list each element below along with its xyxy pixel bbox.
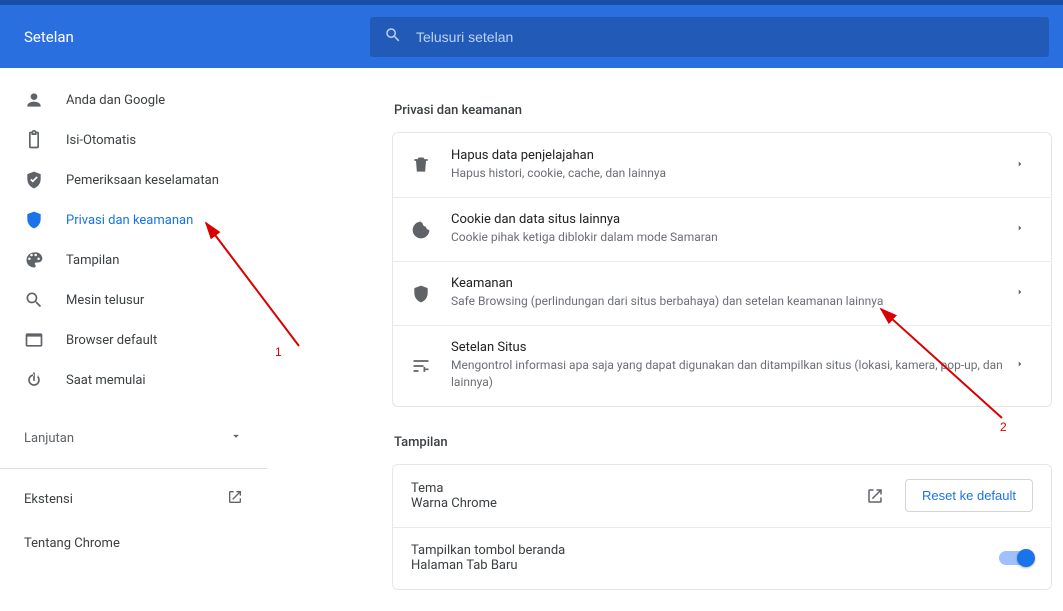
sidebar-item-search-engine[interactable]: Mesin telusur <box>0 280 267 320</box>
sidebar-item-default-browser[interactable]: Browser default <box>0 320 267 360</box>
chevron-down-icon <box>229 429 243 447</box>
open-in-new-icon <box>227 489 243 509</box>
palette-icon <box>24 250 44 270</box>
row-body: Setelan Situs Mengontrol informasi apa s… <box>451 340 1005 392</box>
sidebar-item-label: Tampilan <box>66 253 119 268</box>
privacy-card: Hapus data penjelajahan Hapus histori, c… <box>392 132 1052 407</box>
row-desc: Warna Chrome <box>411 496 861 511</box>
sidebar-item-label: Mesin telusur <box>66 293 144 308</box>
sidebar-item-on-startup[interactable]: Saat memulai <box>0 360 267 400</box>
row-title: Hapus data penjelajahan <box>451 148 1005 163</box>
page-title: Setelan <box>0 28 370 46</box>
shield-check-icon <box>24 170 44 190</box>
appearance-card: Tema Warna Chrome Reset ke default Tampi… <box>392 464 1052 590</box>
sliders-icon <box>411 356 431 376</box>
shield-icon <box>24 210 44 230</box>
sidebar-item-label: Privasi dan keamanan <box>66 213 193 228</box>
row-body: Tampilkan tombol beranda Halaman Tab Bar… <box>411 543 999 573</box>
sidebar-item-about[interactable]: Tentang Chrome <box>0 521 267 565</box>
settings-header: Setelan <box>0 5 1063 68</box>
row-desc: Cookie pihak ketiga diblokir dalam mode … <box>451 229 1005 246</box>
search-input[interactable] <box>416 29 1035 45</box>
chevron-right-icon <box>1015 358 1033 373</box>
sidebar-item-extensions[interactable]: Ekstensi <box>0 477 267 521</box>
row-title: Keamanan <box>451 276 1005 291</box>
sidebar-item-label: Browser default <box>66 333 157 348</box>
sidebar-item-appearance[interactable]: Tampilan <box>0 240 267 280</box>
row-title: Tema <box>411 481 861 496</box>
person-icon <box>24 90 44 110</box>
row-security[interactable]: Keamanan Safe Browsing (perlindungan dar… <box>393 261 1051 325</box>
row-desc: Hapus histori, cookie, cache, dan lainny… <box>451 165 1005 182</box>
row-title: Setelan Situs <box>451 340 1005 355</box>
settings-sidebar: Anda dan Google Isi-Otomatis Pemeriksaan… <box>0 5 267 611</box>
row-clear-browsing-data[interactable]: Hapus data penjelajahan Hapus histori, c… <box>393 133 1051 197</box>
sidebar-item-safety-check[interactable]: Pemeriksaan keselamatan <box>0 160 267 200</box>
row-desc: Safe Browsing (perlindungan dari situs b… <box>451 293 1005 310</box>
power-icon <box>24 370 44 390</box>
sidebar-item-privacy-security[interactable]: Privasi dan keamanan <box>0 200 267 240</box>
search-icon <box>384 26 402 48</box>
shield-icon <box>411 284 431 304</box>
row-desc: Halaman Tab Baru <box>411 558 999 573</box>
chevron-right-icon <box>1015 286 1033 301</box>
row-cookies-site-data[interactable]: Cookie dan data situs lainnya Cookie pih… <box>393 197 1051 261</box>
sidebar-item-label: Tentang Chrome <box>24 536 120 551</box>
sidebar-item-label: Isi-Otomatis <box>66 133 136 148</box>
sidebar-item-you-and-google[interactable]: Anda dan Google <box>0 80 267 120</box>
row-body: Tema Warna Chrome <box>411 481 861 511</box>
open-in-new-icon[interactable] <box>861 482 889 510</box>
clipboard-icon <box>24 130 44 150</box>
row-body: Cookie dan data situs lainnya Cookie pih… <box>451 212 1005 246</box>
section-title-privacy: Privasi dan keamanan <box>394 103 1052 118</box>
reset-theme-button[interactable]: Reset ke default <box>905 479 1033 512</box>
row-show-home-button: Tampilkan tombol beranda Halaman Tab Bar… <box>393 527 1051 589</box>
sidebar-item-label: Ekstensi <box>24 492 73 507</box>
row-theme[interactable]: Tema Warna Chrome Reset ke default <box>393 465 1051 527</box>
sidebar-item-label: Saat memulai <box>66 373 146 388</box>
home-button-toggle[interactable] <box>999 551 1033 565</box>
search-icon <box>24 290 44 310</box>
row-title: Tampilkan tombol beranda <box>411 543 999 558</box>
sidebar-item-label: Lanjutan <box>24 431 74 446</box>
row-title: Cookie dan data situs lainnya <box>451 212 1005 227</box>
trash-icon <box>411 155 431 175</box>
settings-main: Privasi dan keamanan Hapus data penjelaj… <box>267 5 1063 611</box>
sidebar-item-label: Pemeriksaan keselamatan <box>66 173 219 188</box>
chevron-right-icon <box>1015 222 1033 237</box>
privacy-section: Privasi dan keamanan Hapus data penjelaj… <box>392 103 1052 590</box>
sidebar-item-autofill[interactable]: Isi-Otomatis <box>0 120 267 160</box>
row-body: Keamanan Safe Browsing (perlindungan dar… <box>451 276 1005 310</box>
browser-icon <box>24 330 44 350</box>
sidebar-divider <box>0 468 267 469</box>
search-settings[interactable] <box>370 17 1049 57</box>
sidebar-item-advanced[interactable]: Lanjutan <box>0 416 267 460</box>
row-desc: Mengontrol informasi apa saja yang dapat… <box>451 357 1005 392</box>
chevron-right-icon <box>1015 158 1033 173</box>
row-site-settings[interactable]: Setelan Situs Mengontrol informasi apa s… <box>393 325 1051 406</box>
sidebar-item-label: Anda dan Google <box>66 93 165 108</box>
section-title-appearance: Tampilan <box>394 435 1052 450</box>
row-body: Hapus data penjelajahan Hapus histori, c… <box>451 148 1005 182</box>
cookie-icon <box>411 220 431 240</box>
